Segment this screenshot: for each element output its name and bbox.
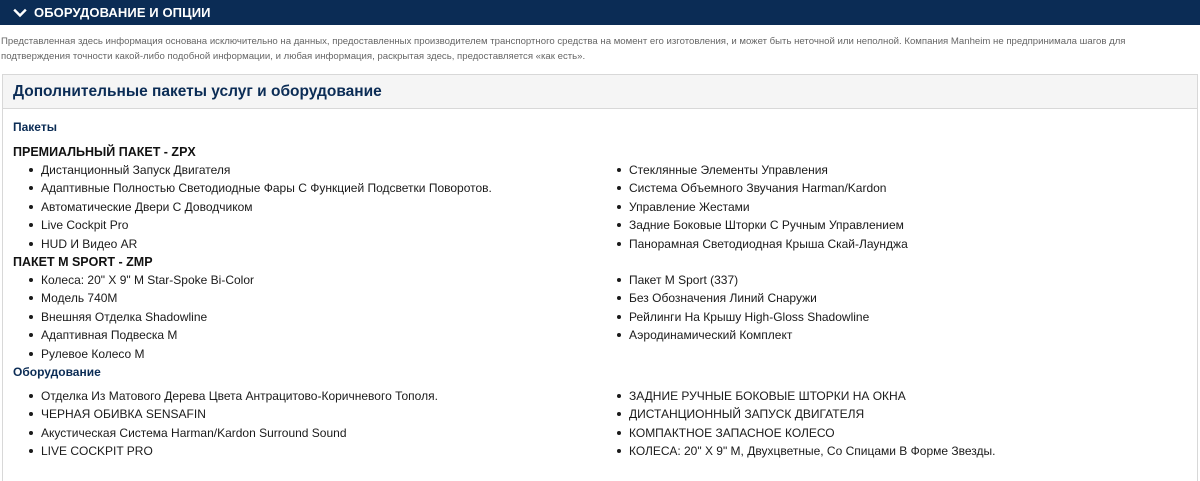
package-features-right: Стеклянные Элементы Управления Система О… — [617, 161, 1197, 253]
package-features-left: Дистанционный Запуск Двигателя Адаптивны… — [3, 161, 617, 253]
equipment-options-toggle[interactable]: ОБОРУДОВАНИЕ И ОПЦИИ — [0, 0, 1200, 25]
equipment-features-left: Отделка Из Матового Дерева Цвета Антраци… — [3, 387, 617, 461]
list-item: Акустическая Система Harman/Kardon Surro… — [3, 424, 617, 442]
list-item: Управление Жестами — [617, 198, 1197, 216]
panel-title: Дополнительные пакеты услуг и оборудован… — [3, 75, 1197, 109]
package-features: Колеса: 20" X 9" M Star-Spoke Bi-Color М… — [3, 271, 1197, 363]
package-name: ПАКЕТ M SPORT - ZMP — [13, 254, 153, 269]
list-item: Отделка Из Матового Дерева Цвета Антраци… — [3, 387, 617, 405]
equipment-features-right: ЗАДНИЕ РУЧНЫЕ БОКОВЫЕ ШТОРКИ НА ОКНА ДИС… — [617, 387, 1197, 461]
packages-heading: Пакеты — [13, 120, 57, 134]
list-item: Без Обозначения Линий Снаружи — [617, 289, 1197, 307]
list-item: Система Объемного Звучания Harman/Kardon — [617, 179, 1197, 197]
list-item: Задние Боковые Шторки С Ручным Управлени… — [617, 216, 1197, 234]
list-item: LIVE COCKPIT PRO — [3, 442, 617, 460]
list-item: КОЛЕСА: 20" X 9" M, Двухцветные, Со Спиц… — [617, 442, 1197, 460]
package-features-right: Пакет M Sport (337) Без Обозначения Лини… — [617, 271, 1197, 363]
list-item: Колеса: 20" X 9" M Star-Spoke Bi-Color — [3, 271, 617, 289]
list-item: Live Cockpit Pro — [3, 216, 617, 234]
list-item: Модель 740M — [3, 289, 617, 307]
disclaimer-text: Представленная здесь информация основана… — [1, 36, 1126, 62]
list-item: Пакет M Sport (337) — [617, 271, 1197, 289]
list-item: КОМПАКТНОЕ ЗАПАСНОЕ КОЛЕСО — [617, 424, 1197, 442]
list-item: Внешняя Отделка Shadowline — [3, 308, 617, 326]
list-item: Аэродинамический Комплект — [617, 326, 1197, 344]
list-item: Рулевое Колесо M — [3, 345, 617, 363]
options-panel: Дополнительные пакеты услуг и оборудован… — [2, 74, 1198, 481]
equipment-features: Отделка Из Матового Дерева Цвета Антраци… — [3, 387, 1197, 461]
list-item: Адаптивные Полностью Светодиодные Фары С… — [3, 179, 617, 197]
list-item: Панорамная Светодиодная Крыша Скай-Лаунд… — [617, 235, 1197, 253]
package-features: Дистанционный Запуск Двигателя Адаптивны… — [3, 161, 1197, 253]
chevron-down-icon — [12, 5, 28, 21]
package-name: ПРЕМИАЛЬНЫЙ ПАКЕТ - ZPX — [13, 145, 196, 159]
list-item: ДИСТАНЦИОННЫЙ ЗАПУСК ДВИГАТЕЛЯ — [617, 405, 1197, 423]
equipment-heading: Оборудование — [13, 364, 101, 379]
list-item: Стеклянные Элементы Управления — [617, 161, 1197, 179]
list-item: Адаптивная Подвеска M — [3, 326, 617, 344]
list-item: ЗАДНИЕ РУЧНЫЕ БОКОВЫЕ ШТОРКИ НА ОКНА — [617, 387, 1197, 405]
package-features-left: Колеса: 20" X 9" M Star-Spoke Bi-Color М… — [3, 271, 617, 363]
list-item: Автоматические Двери С Доводчиком — [3, 198, 617, 216]
list-item: Рейлинги На Крышу High-Gloss Shadowline — [617, 308, 1197, 326]
list-item: Дистанционный Запуск Двигателя — [3, 161, 617, 179]
list-item: HUD И Видео AR — [3, 235, 617, 253]
section-title: ОБОРУДОВАНИЕ И ОПЦИИ — [34, 5, 211, 20]
list-item: ЧЕРНАЯ ОБИВКА SENSAFIN — [3, 405, 617, 423]
